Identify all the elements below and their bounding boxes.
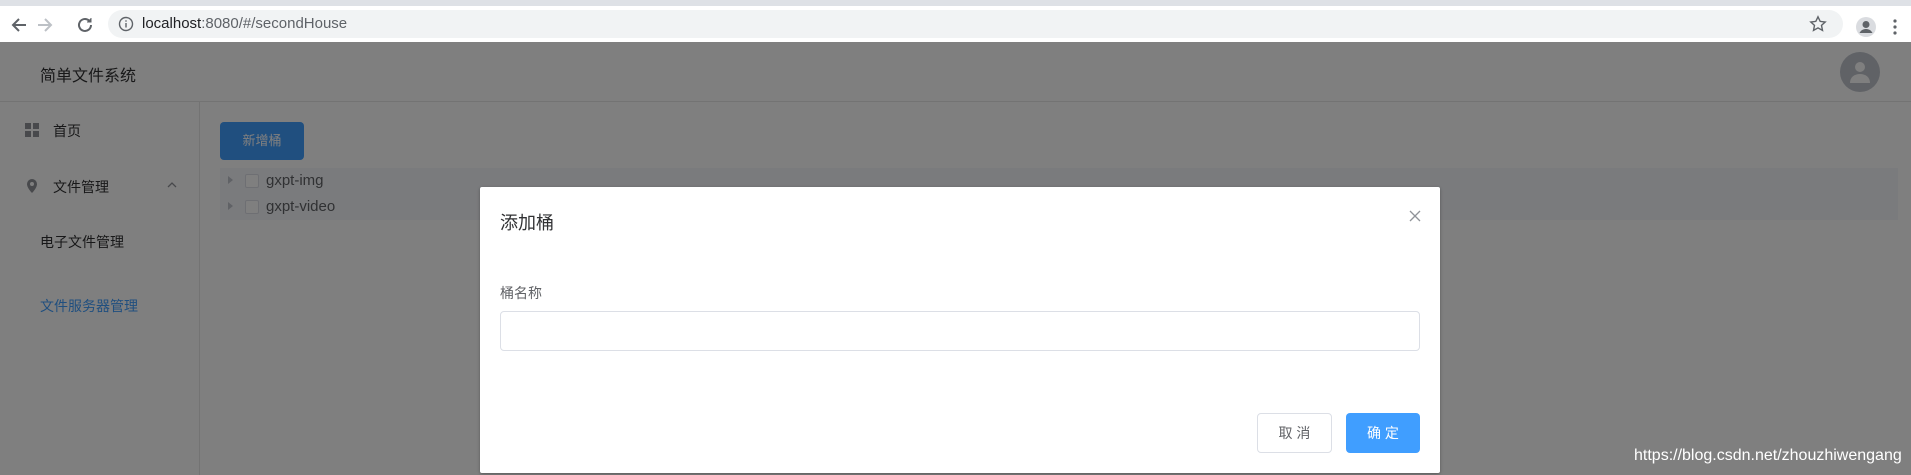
reload-icon[interactable] xyxy=(74,14,96,36)
add-bucket-dialog: 添加桶 桶名称 取 消 确 定 xyxy=(480,187,1440,473)
back-arrow-icon[interactable] xyxy=(8,14,30,36)
kebab-menu-icon[interactable] xyxy=(1892,18,1898,36)
close-icon[interactable] xyxy=(1408,209,1422,223)
bucket-name-input[interactable] xyxy=(500,311,1420,351)
url-path: :8080/#/secondHouse xyxy=(201,15,348,32)
watermark: https://blog.csdn.net/zhouzhiwengang xyxy=(1634,447,1902,464)
browser-toolbar: localhost:8080/#/secondHouse xyxy=(0,0,1911,42)
profile-icon[interactable] xyxy=(1855,16,1877,38)
info-icon[interactable] xyxy=(118,16,134,32)
cancel-button[interactable]: 取 消 xyxy=(1257,413,1332,453)
confirm-button[interactable]: 确 定 xyxy=(1346,413,1420,453)
dialog-title: 添加桶 xyxy=(500,213,554,233)
url-host: localhost xyxy=(142,15,202,32)
star-icon[interactable] xyxy=(1809,15,1827,33)
url-text[interactable]: localhost:8080/#/secondHouse xyxy=(142,15,347,32)
forward-arrow-icon[interactable] xyxy=(34,14,56,36)
bucket-name-label: 桶名称 xyxy=(500,285,542,301)
address-bar[interactable]: localhost:8080/#/secondHouse xyxy=(108,10,1843,38)
